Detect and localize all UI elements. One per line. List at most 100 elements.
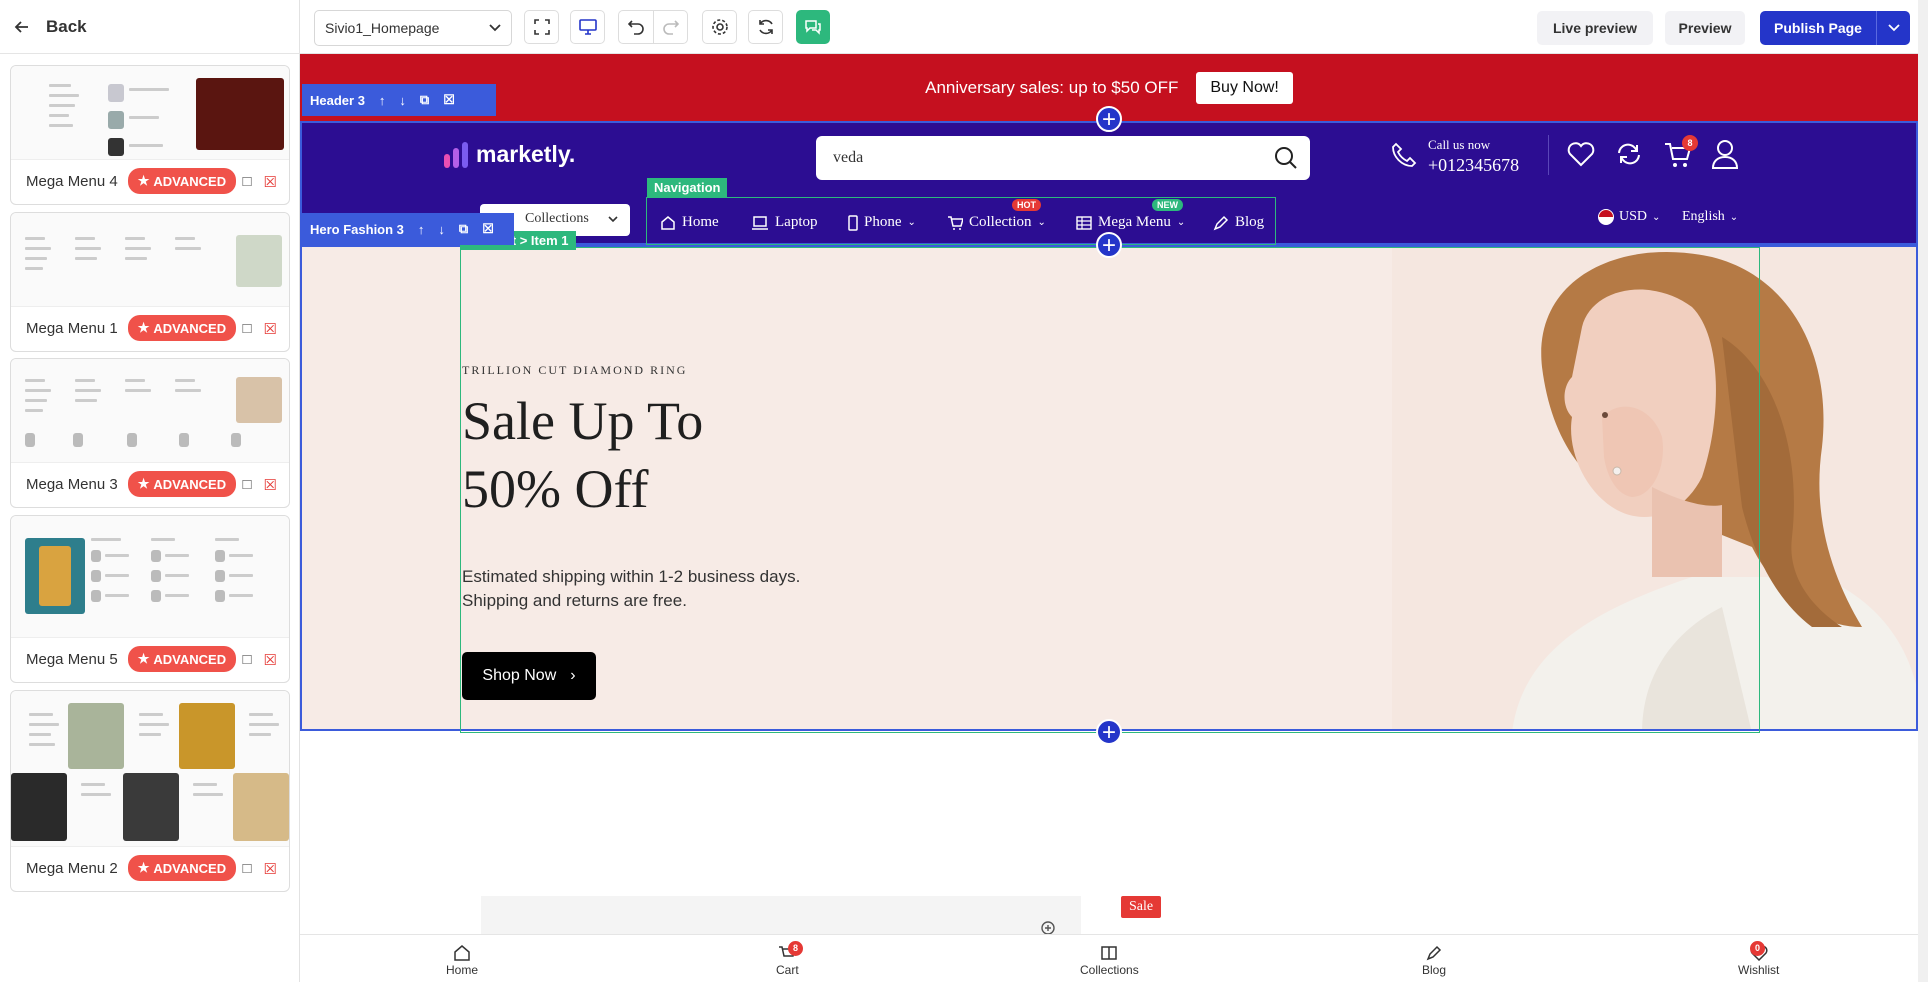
navigation-tag[interactable]: Navigation xyxy=(647,178,728,197)
cart-count-badge: 8 xyxy=(1682,135,1698,151)
undo-icon xyxy=(628,20,644,35)
currency-select[interactable]: USD ⌄ xyxy=(1598,209,1660,225)
site-logo[interactable]: marketly. xyxy=(444,141,575,168)
back-label: Back xyxy=(46,16,87,36)
arrow-up-icon[interactable]: ↑ xyxy=(379,93,386,108)
back-button[interactable]: Back xyxy=(0,0,300,54)
trash-icon[interactable]: ☒ xyxy=(264,320,277,338)
nav-item-label: Home xyxy=(682,214,719,230)
preview-button[interactable]: Preview xyxy=(1665,11,1745,45)
add-section-button[interactable]: + xyxy=(1096,232,1122,258)
monitor-icon xyxy=(578,19,597,35)
advanced-badge: ★ ADVANCED xyxy=(127,168,237,194)
card-thumbnail xyxy=(11,66,289,160)
trash-icon[interactable]: ☒ xyxy=(264,173,277,191)
bookmark-icon[interactable]: □ xyxy=(242,320,251,338)
buy-now-button[interactable]: Buy Now! xyxy=(1196,71,1293,104)
arrow-up-icon[interactable]: ↑ xyxy=(418,222,425,237)
collections-select-label: Collections xyxy=(525,211,589,226)
card-title: Mega Menu 2 xyxy=(26,859,118,877)
trash-icon[interactable]: ☒ xyxy=(264,860,277,878)
sale-badge: Sale xyxy=(1121,896,1162,918)
nav-item-blog[interactable]: Blog xyxy=(1213,214,1264,231)
pen-icon xyxy=(1426,945,1442,961)
nav-item-home[interactable]: Home xyxy=(660,214,719,231)
heart-icon[interactable] xyxy=(1567,141,1595,167)
header-section-tag[interactable]: Header 3 ↑ ↓ ⧉ ☒ xyxy=(302,84,496,116)
logo-text: marketly. xyxy=(476,141,576,167)
publish-options-button[interactable] xyxy=(1876,11,1910,45)
scrollbar[interactable] xyxy=(1918,0,1928,982)
pen-icon xyxy=(1213,215,1229,230)
refresh-button[interactable] xyxy=(748,10,783,44)
nav-item-collection[interactable]: Collection ⌄ xyxy=(947,214,1046,231)
user-icon[interactable] xyxy=(1711,139,1739,169)
bottom-nav-collections[interactable]: Collections xyxy=(1080,945,1139,977)
card-thumbnail xyxy=(11,516,289,638)
bookmark-icon[interactable]: □ xyxy=(242,651,251,669)
page-canvas: Anniversary sales: up to $50 OFF Buy Now… xyxy=(300,54,1918,982)
settings-button[interactable] xyxy=(702,10,737,44)
trash-icon[interactable]: ☒ xyxy=(443,92,455,108)
content-item-selection-box xyxy=(460,247,1760,733)
component-card[interactable]: Mega Menu 3 ★ ADVANCED □ ☒ xyxy=(10,358,290,508)
nav-item-label: Mega Menu xyxy=(1098,214,1171,230)
chevron-down-icon: ⌄ xyxy=(1176,217,1186,228)
bookmark-icon[interactable]: □ xyxy=(242,173,251,191)
logo-mark-icon xyxy=(444,141,468,168)
search-icon[interactable] xyxy=(1274,146,1298,170)
trash-icon[interactable]: ☒ xyxy=(482,221,494,237)
component-card[interactable]: Mega Menu 4 ★ ADVANCED □ ☒ xyxy=(10,65,290,205)
trash-icon[interactable]: ☒ xyxy=(264,651,277,669)
chevron-down-icon: ⌄ xyxy=(1037,217,1046,228)
nav-item-laptop[interactable]: Laptop xyxy=(751,214,818,231)
language-select[interactable]: English ⌄ xyxy=(1682,209,1738,225)
bookmark-icon[interactable]: □ xyxy=(242,860,251,878)
undo-button[interactable] xyxy=(618,10,653,44)
add-section-button[interactable]: + xyxy=(1096,106,1122,132)
phone-icon xyxy=(1392,142,1417,167)
section-tag-label: Header 3 xyxy=(310,92,365,108)
live-preview-button[interactable]: Live preview xyxy=(1537,11,1653,45)
smartphone-icon xyxy=(848,214,858,231)
nav-item-mega-menu[interactable]: Mega Menu ⌄ xyxy=(1076,214,1185,231)
home-icon xyxy=(454,945,470,961)
expand-icon xyxy=(533,19,550,35)
bottom-nav-home[interactable]: Home xyxy=(446,945,478,977)
card-title: Mega Menu 3 xyxy=(26,475,118,493)
laptop-icon xyxy=(752,215,768,230)
bottom-nav-blog[interactable]: Blog xyxy=(1422,945,1446,977)
nav-item-phone[interactable]: Phone ⌄ xyxy=(848,214,916,231)
compare-icon[interactable] xyxy=(1615,141,1643,167)
wishlist-count-badge: 0 xyxy=(1750,941,1765,956)
add-section-button[interactable]: + xyxy=(1096,719,1122,745)
component-card[interactable]: Mega Menu 2 ★ ADVANCED □ ☒ xyxy=(10,690,290,892)
refresh-icon xyxy=(758,19,773,35)
search-input[interactable]: veda xyxy=(816,136,1310,180)
chevron-down-icon xyxy=(608,216,618,223)
publish-button[interactable]: Publish Page xyxy=(1760,11,1876,45)
phone-number[interactable]: +012345678 xyxy=(1428,155,1519,176)
trash-icon[interactable]: ☒ xyxy=(264,476,277,494)
duplicate-icon[interactable]: ⧉ xyxy=(459,221,468,237)
bookmark-icon[interactable]: □ xyxy=(242,476,251,494)
card-thumbnail xyxy=(11,691,289,847)
book-icon xyxy=(1101,946,1118,960)
desktop-view-button[interactable] xyxy=(570,10,605,44)
fullscreen-button[interactable] xyxy=(524,10,559,44)
nav-item-label: Laptop xyxy=(775,214,818,230)
page-select[interactable]: Sivio1_Homepage xyxy=(314,10,512,46)
bottom-nav-cart[interactable]: 8 Cart xyxy=(776,941,803,977)
hero-section-tag[interactable]: Hero Fashion 3 ↑ ↓ ⧉ ☒ xyxy=(302,213,514,245)
arrow-down-icon[interactable]: ↓ xyxy=(438,222,445,237)
bottom-nav-wishlist[interactable]: 0 Wishlist xyxy=(1738,941,1779,977)
component-card[interactable]: Mega Menu 5 ★ ADVANCED □ ☒ xyxy=(10,515,290,683)
card-title: Mega Menu 1 xyxy=(26,319,118,337)
redo-button[interactable] xyxy=(653,10,688,44)
component-card[interactable]: Mega Menu 1 ★ ADVANCED □ ☒ xyxy=(10,212,290,352)
duplicate-icon[interactable]: ⧉ xyxy=(420,92,429,108)
chat-button[interactable] xyxy=(796,10,830,44)
advanced-badge: ★ ADVANCED xyxy=(127,646,237,672)
arrow-left-icon xyxy=(14,20,28,33)
arrow-down-icon[interactable]: ↓ xyxy=(399,93,406,108)
